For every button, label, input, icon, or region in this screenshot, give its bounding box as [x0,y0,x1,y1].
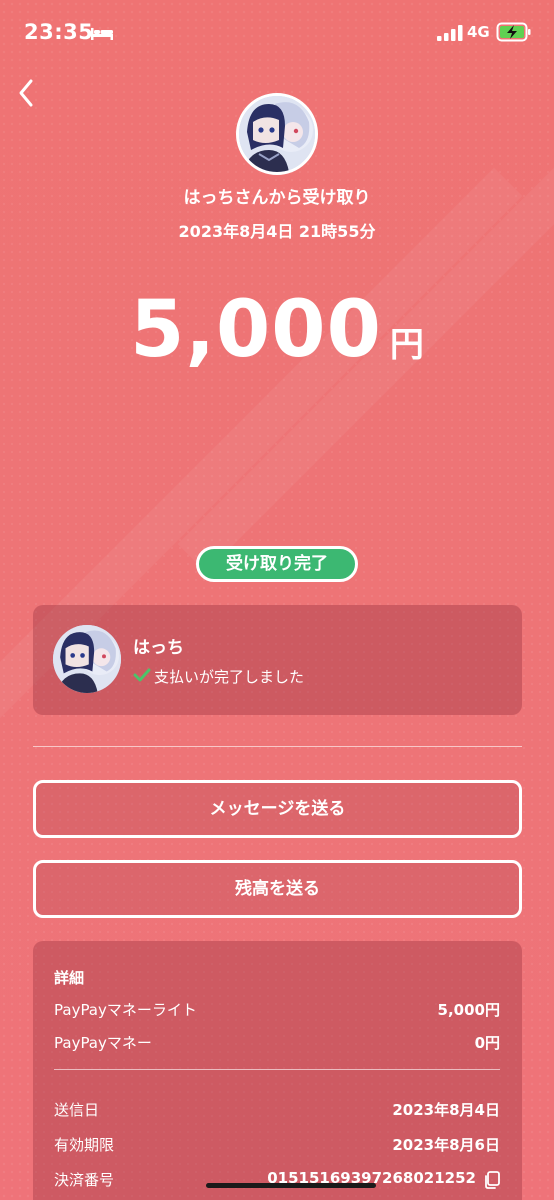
detail-value: 5,000円 [437,1001,500,1019]
detail-label: 有効期限 [54,1136,115,1154]
detail-value: 2023年8月4日 [392,1101,500,1119]
background-stripe [0,167,523,833]
home-indicator[interactable] [206,1183,376,1188]
status-time: 23:35 [24,20,94,44]
detail-row-money: PayPayマネー 0円 [54,1032,500,1054]
divider [33,746,522,747]
copy-icon[interactable] [482,1170,502,1190]
detail-row-expiry: 有効期限 2023年8月6日 [54,1134,500,1156]
detail-row-sent-date: 送信日 2023年8月4日 [54,1099,500,1121]
signal-icon [437,25,463,41]
details-title: 詳細 [54,969,85,987]
check-icon [133,668,151,682]
send-balance-button[interactable]: 残高を送る [33,860,522,918]
detail-value: 2023年8月6日 [392,1136,500,1154]
detail-row-money-lite: PayPayマネーライト 5,000円 [54,999,500,1021]
details-divider [54,1069,500,1070]
network-type: 4G [467,23,490,41]
payer-card[interactable]: はっち 支払いが完了しました [33,605,522,715]
detail-label: 決済番号 [54,1171,115,1189]
detail-label: PayPayマネー [54,1034,152,1052]
detail-label: PayPayマネーライト [54,1001,197,1019]
chevron-left-icon[interactable] [14,76,40,110]
detail-label: 送信日 [54,1101,100,1119]
status-bar: 23:35 4G [0,0,554,64]
battery-charging-icon [496,22,531,42]
page-title: はっちさんから受け取り [183,188,371,208]
received-date: 2023年8月4日 21時55分 [178,222,376,241]
amount-unit: 円 [389,325,424,365]
details-card: 詳細 PayPayマネーライト 5,000円 PayPayマネー 0円 送信日 … [33,941,522,1200]
detail-value: 0円 [474,1034,500,1052]
amount-display: 5,000 円 [0,285,554,375]
amount-value: 5,000 [130,285,382,375]
payer-avatar [53,625,121,693]
payer-name: はっち [133,638,184,658]
send-message-button[interactable]: メッセージを送る [33,780,522,838]
sender-avatar [236,93,318,175]
bed-icon [91,28,113,40]
status-badge: 受け取り完了 [196,546,358,582]
payment-status-text: 支払いが完了しました [154,668,305,686]
